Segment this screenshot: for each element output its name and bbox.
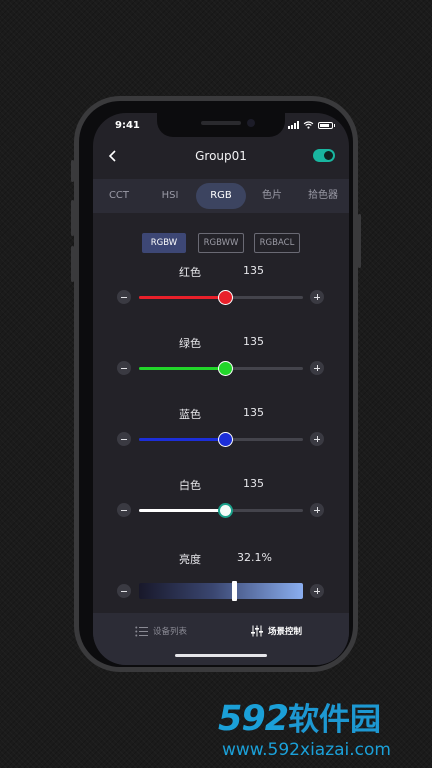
nav-device-list-label: 设备列表 xyxy=(153,627,188,637)
tab-cct[interactable]: CCT xyxy=(93,179,145,213)
speaker xyxy=(201,121,241,125)
red-slider-thumb[interactable] xyxy=(218,290,234,305)
phone-power-button xyxy=(358,214,361,268)
watermark-logo-text: 软件园 xyxy=(288,702,382,738)
white-slider-fill xyxy=(139,509,226,512)
battery-icon xyxy=(318,121,335,129)
red-plus-button[interactable] xyxy=(310,290,324,304)
mode-rgbww[interactable]: RGBWW xyxy=(198,233,244,253)
nav-scene-control[interactable]: 场景控制 xyxy=(251,623,302,639)
red-label: 红色 xyxy=(179,266,201,279)
brightness-value: 32.1% xyxy=(237,551,272,564)
status-icons xyxy=(288,121,335,129)
green-value: 135 xyxy=(243,335,264,348)
red-value: 135 xyxy=(243,264,264,277)
tab-color-picker[interactable]: 拾色器 xyxy=(297,179,349,213)
mode-rgbw[interactable]: RGBW xyxy=(142,233,186,253)
power-toggle[interactable] xyxy=(313,149,335,162)
wifi-icon xyxy=(303,121,314,129)
white-minus-button[interactable] xyxy=(117,503,131,517)
phone-bezel: 9:41 Group01 CCT HSI RGB 色片 拾色器 RGBW RGB… xyxy=(79,101,353,667)
blue-minus-button[interactable] xyxy=(117,432,131,446)
white-plus-button[interactable] xyxy=(310,503,324,517)
nav-device-list[interactable]: 设备列表 xyxy=(135,623,187,639)
green-slider-fill xyxy=(139,367,226,370)
watermark-logo-digits: 592 xyxy=(218,699,289,739)
watermark-logo: 592软件园 xyxy=(218,694,381,739)
signal-icon xyxy=(288,121,299,129)
rgb-mode-selector: RGBW RGBWW RGBACL xyxy=(93,233,349,253)
blue-slider-thumb[interactable] xyxy=(218,432,234,447)
white-label: 白色 xyxy=(179,479,201,492)
sliders-icon xyxy=(251,625,263,637)
green-slider-thumb[interactable] xyxy=(218,361,234,376)
home-indicator xyxy=(175,654,267,657)
green-minus-button[interactable] xyxy=(117,361,131,375)
bottom-navigation: 设备列表 场景控制 xyxy=(93,613,349,665)
white-value: 135 xyxy=(243,477,264,490)
list-icon xyxy=(135,626,148,636)
green-label: 绿色 xyxy=(179,337,201,350)
tab-gel[interactable]: 色片 xyxy=(247,179,297,213)
brightness-label: 亮度 xyxy=(179,553,201,566)
page-title: Group01 xyxy=(195,149,247,163)
notch xyxy=(157,113,285,137)
status-time: 9:41 xyxy=(115,120,140,131)
watermark-url: www.592xiazai.com xyxy=(222,740,391,760)
blue-slider-fill xyxy=(139,438,226,441)
mode-rgbacl[interactable]: RGBACL xyxy=(254,233,300,253)
front-camera xyxy=(247,119,255,127)
header: Group01 xyxy=(93,145,349,169)
toggle-knob xyxy=(324,151,333,160)
tab-hsi[interactable]: HSI xyxy=(145,179,195,213)
nav-scene-control-label: 场景控制 xyxy=(268,627,303,637)
brightness-plus-button[interactable] xyxy=(310,584,324,598)
red-minus-button[interactable] xyxy=(117,290,131,304)
phone-frame: 9:41 Group01 CCT HSI RGB 色片 拾色器 RGBW RGB… xyxy=(74,96,358,672)
tab-rgb[interactable]: RGB xyxy=(196,183,246,209)
blue-value: 135 xyxy=(243,406,264,419)
blue-label: 蓝色 xyxy=(179,408,201,421)
brightness-minus-button[interactable] xyxy=(117,584,131,598)
red-slider-fill xyxy=(139,296,226,299)
blue-plus-button[interactable] xyxy=(310,432,324,446)
green-plus-button[interactable] xyxy=(310,361,324,375)
app-screen: 9:41 Group01 CCT HSI RGB 色片 拾色器 RGBW RGB… xyxy=(93,113,349,665)
white-slider-thumb[interactable] xyxy=(218,503,234,518)
brightness-slider-thumb[interactable] xyxy=(231,581,237,601)
brightness-slider-track[interactable] xyxy=(139,583,303,599)
mode-tabs: CCT HSI RGB 色片 拾色器 xyxy=(93,179,349,213)
